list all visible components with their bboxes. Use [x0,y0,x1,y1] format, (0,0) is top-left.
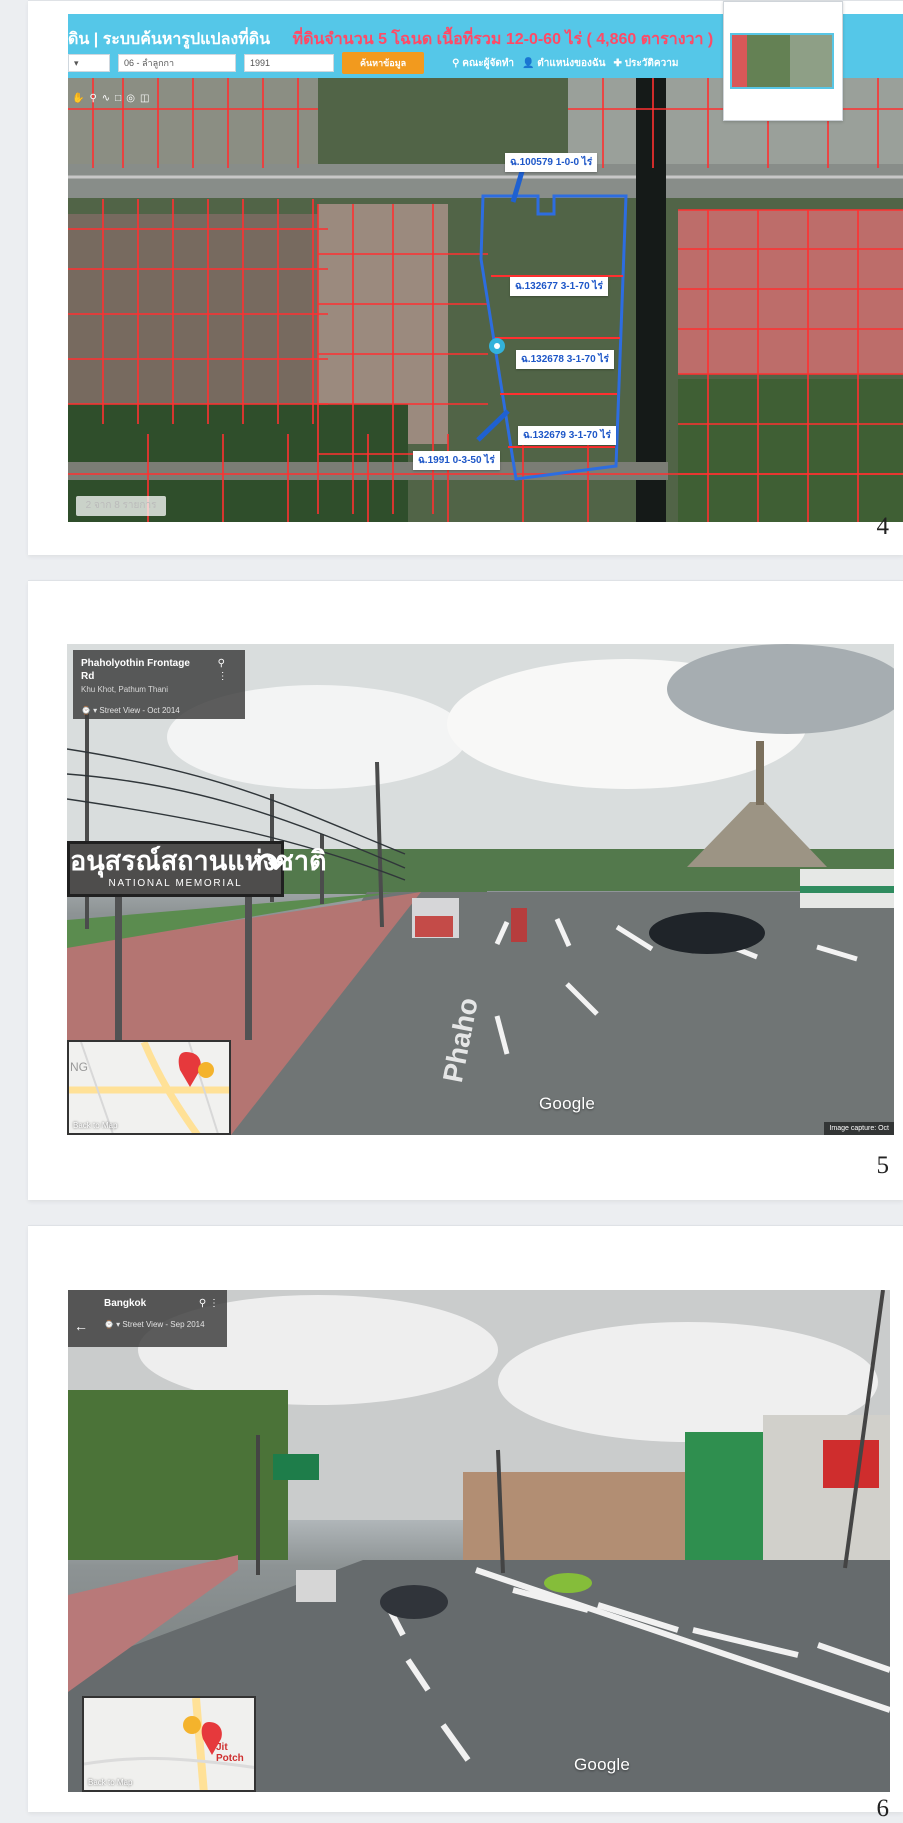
area-tool-icon[interactable]: □ [115,93,121,104]
page-number: 6 [876,1795,890,1822]
canal-strip [636,78,666,522]
memorial-sign-english: NATIONAL MEMORIAL [108,878,243,889]
parcel-label-132679: ฉ.132679 3-1-70 ไร่ [518,426,616,445]
mini-map-place-label: Jit Potch [216,1742,244,1764]
parcel-label-132677: ฉ.132677 3-1-70 ไร่ [510,277,608,296]
street-view-title-row: Phaholyothin Frontage Rd ⚲ ⋮ [81,657,237,683]
street-view-subtitle: Khu Khot, Pathum Thani [81,685,169,694]
my-location-label: ตำแหน่งของฉัน [537,57,606,69]
land-summary-title: ที่ดินจำนวน 5 โฉนด เนื้อที่รวม 12-0-60 ไ… [292,31,714,48]
bus-stripe [800,886,894,893]
location-marker-center [494,343,500,349]
street-view-date-label: Street View - Oct 2014 [99,706,180,715]
left-houses [68,214,328,424]
record-count-pill: 2 จาก 8 รายการ [76,496,166,516]
pin-tool-icon[interactable]: ⚲ [89,93,96,104]
my-location-link[interactable]: 👤 ตำแหน่งของฉัน [522,56,605,71]
locate-tool-icon[interactable]: ◎ [126,93,135,104]
right-housing [678,210,903,374]
parcel-label-1991: ฉ.1991 0-3-50 ไร่ [413,451,500,470]
street-view-info-card-bangkok: Bangkok ⚲ ⋮ ⌚ ▾ Street View - Sep 2014 [68,1290,227,1347]
green-road-sign [273,1454,319,1480]
red-sign [823,1440,879,1488]
street-view-info-card: Phaholyothin Frontage Rd ⚲ ⋮ Khu Khot, P… [73,650,245,719]
memorial-sign-thai: อนุสรณ์สถานแห่งชาติ [70,846,327,876]
street-view-date-label: Street View - Sep 2014 [122,1320,205,1329]
street-view-screenshot: Phaholyothin Frontage Rd ⚲ ⋮ Khu Khot, P… [67,644,894,1135]
team-link-label: คณะผู้จัดทำ [462,57,515,69]
history-label: ประวัติความ [624,57,679,69]
street-view-mini-map[interactable]: NG Back to Map [67,1040,231,1135]
map-thumbnail[interactable] [723,1,843,121]
team-link[interactable]: ⚲ คณะผู้จัดทำ [452,56,514,71]
street-view-title: Phaholyothin Frontage Rd [81,658,190,682]
green-store [685,1432,763,1572]
green-taxi [544,1573,592,1593]
district-select[interactable]: 06 - ลำลูกกา [118,54,236,72]
province-select[interactable]: ▾ [68,54,110,72]
street-view-title-row: Bangkok ⚲ ⋮ [76,1297,219,1310]
back-to-map-link[interactable]: Back to Map [88,1778,132,1787]
left-trees [68,1390,288,1560]
line-tool-icon[interactable]: ∿ [102,93,110,104]
street-view-mini-map-bangkok[interactable]: Jit Potch Back to Map [82,1696,256,1792]
parcel-label-132678: ฉ.132678 3-1-70 ไร่ [516,350,614,369]
parcel-label-100579: ฉ.100579 1-0-0 ไร่ [505,153,598,172]
memorial-sign: อนุสรณ์สถานแห่งชาติ NATIONAL MEMORIAL [67,841,327,897]
red-building [763,1415,890,1562]
google-watermark: Google [574,1755,631,1774]
street-view-date[interactable]: ⌚ ▾ Street View - Sep 2014 [104,1318,219,1331]
dark-car [380,1585,448,1619]
mini-map-place-label: NG [70,1060,88,1074]
street-view-title: Bangkok [104,1298,147,1309]
history-link[interactable]: ✚ ประวัติความ [614,56,679,71]
pegman-icon [183,1716,201,1734]
pin-and-menu-icons[interactable]: ⚲ ⋮ [199,1297,219,1310]
page-number: 5 [876,1152,890,1179]
district-select-value: 06 - ลำลูกกา [124,58,175,68]
search-button-label: ค้นหาข้อมูล [360,58,407,68]
back-to-map-link[interactable]: Back to Map [73,1121,117,1130]
turn-right-arrow-icon: ↷ [256,846,284,883]
deed-number-input[interactable]: 1991 [244,54,334,72]
street-view-screenshot-bangkok: Bangkok ⚲ ⋮ ⌚ ▾ Street View - Sep 2014 ←… [68,1290,890,1792]
map-toolbar: ▾ 06 - ลำลูกกา 1991 ค้นหาข้อมูล ⚲ คณะผู้… [68,51,678,75]
memorial-spire [756,741,764,805]
layer-tool-icon[interactable]: ◫ [140,93,149,104]
pegman-icon [198,1062,214,1078]
system-title: ดิน | ระบบค้นหารูปแปลงที่ดิน [68,31,271,48]
sign-post-right [245,880,252,1040]
black-car [649,912,765,954]
highway-strip [68,164,903,198]
motorbike [511,908,527,942]
map-tools: ✋ ⚲ ∿ □ ◎ ◫ [72,93,149,104]
page-5-card: Phaholyothin Frontage Rd ⚲ ⋮ Khu Khot, P… [28,580,903,1200]
page-number: 4 [876,513,890,540]
deed-number-value: 1991 [250,58,271,68]
map-thumbnail-image [730,33,834,89]
right-field [678,379,903,522]
google-watermark: Google [539,1094,596,1113]
back-arrow-icon[interactable]: ← [74,1318,88,1334]
sign-post-left [115,880,122,1052]
page-4-card: ดิน | ระบบค้นหารูปแปลงที่ดิน ที่ดินจำนวน… [28,0,903,555]
truck-cab [415,916,453,937]
map-title: ดิน | ระบบค้นหารูปแปลงที่ดิน ที่ดินจำนวน… [68,27,713,52]
pin-and-menu-icons[interactable]: ⚲ ⋮ [218,657,237,683]
left-car [296,1570,336,1602]
search-button[interactable]: ค้นหาข้อมูล [342,52,425,74]
street-view-date[interactable]: ⌚ ▾ Street View - Oct 2014 [81,704,237,717]
page-6-card: Bangkok ⚲ ⋮ ⌚ ▾ Street View - Sep 2014 ←… [28,1225,903,1822]
image-capture-label: Image capture: Oct [824,1122,894,1135]
pan-tool-icon[interactable]: ✋ [72,93,84,104]
province-select-value: ▾ [74,57,79,68]
